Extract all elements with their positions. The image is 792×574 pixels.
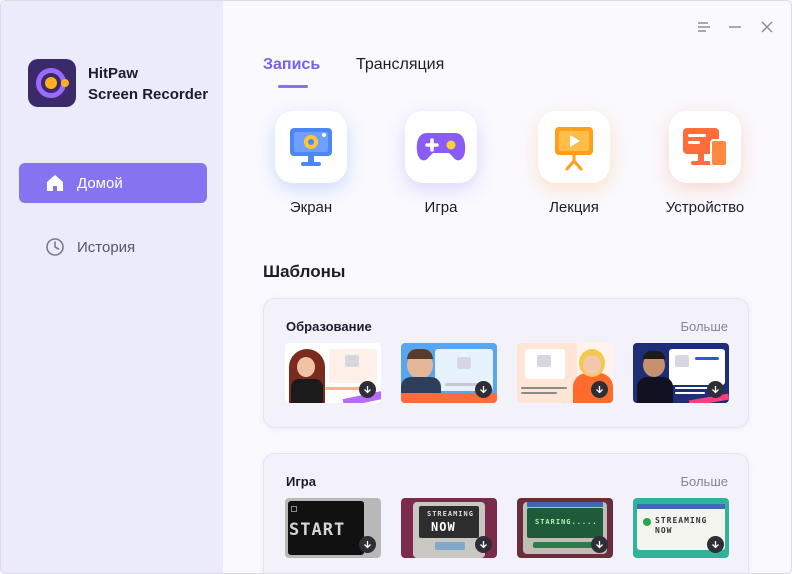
mode-label: Лекция bbox=[549, 199, 599, 216]
download-icon[interactable] bbox=[359, 381, 376, 398]
download-icon[interactable] bbox=[475, 536, 492, 553]
template-thumbnail[interactable] bbox=[633, 343, 729, 403]
template-thumbnail[interactable] bbox=[285, 343, 381, 403]
template-category-label: Игра bbox=[286, 474, 316, 489]
thumbnail-text: STREAMING bbox=[427, 510, 474, 518]
template-thumbnail[interactable] bbox=[517, 343, 613, 403]
download-icon[interactable] bbox=[707, 381, 724, 398]
thumbnail-text: STREAMING bbox=[655, 516, 708, 525]
screen-icon bbox=[275, 111, 347, 183]
template-thumbnails: START STREAMING NOW STARING..... STREAMI… bbox=[285, 498, 730, 558]
sidebar-item-label: История bbox=[77, 238, 136, 256]
app-name-line2: Screen Recorder bbox=[88, 86, 209, 103]
clock-icon bbox=[44, 236, 66, 258]
menu-icon[interactable] bbox=[694, 17, 714, 37]
mode-label: Экран bbox=[289, 199, 333, 216]
tab-underline bbox=[278, 85, 308, 88]
app-name-line1: HitPaw bbox=[88, 65, 139, 82]
download-icon[interactable] bbox=[707, 536, 724, 553]
template-section-education: Образование Больше bbox=[263, 298, 749, 428]
gamepad-icon bbox=[405, 111, 477, 183]
home-icon bbox=[44, 172, 66, 194]
template-thumbnail[interactable]: STREAMING NOW bbox=[633, 498, 729, 558]
close-icon[interactable] bbox=[757, 17, 777, 37]
template-thumbnail[interactable]: STREAMING NOW bbox=[401, 498, 497, 558]
thumbnail-text: START bbox=[289, 520, 346, 540]
sidebar-item-label: Домой bbox=[77, 174, 123, 192]
templates-title: Шаблоны bbox=[263, 262, 346, 281]
download-icon[interactable] bbox=[359, 536, 376, 553]
template-thumbnail[interactable] bbox=[401, 343, 497, 403]
mode-game-button[interactable]: Игра bbox=[396, 111, 486, 216]
sidebar: HitPaw Screen Recorder Домой История bbox=[1, 1, 223, 573]
more-link[interactable]: Больше bbox=[681, 474, 729, 489]
app-window: HitPaw Screen Recorder Домой История Зап… bbox=[0, 0, 792, 574]
app-logo-icon bbox=[28, 59, 76, 107]
template-thumbnail[interactable]: START bbox=[285, 498, 381, 558]
template-thumbnail[interactable]: STARING..... bbox=[517, 498, 613, 558]
tab-stream[interactable]: Трансляция bbox=[356, 56, 444, 74]
sidebar-item-history[interactable]: История bbox=[19, 227, 207, 267]
minimize-icon[interactable] bbox=[725, 17, 745, 37]
thumbnail-text: NOW bbox=[431, 520, 456, 534]
template-thumbnails bbox=[285, 343, 730, 403]
template-section-game: Игра Больше START STREAMING NOW STARING.… bbox=[263, 453, 749, 573]
more-link[interactable]: Больше bbox=[681, 319, 729, 334]
device-icon bbox=[669, 111, 741, 183]
thumbnail-text: NOW bbox=[655, 526, 673, 535]
download-icon[interactable] bbox=[591, 381, 608, 398]
mode-lecture-button[interactable]: Лекция bbox=[529, 111, 619, 216]
download-icon[interactable] bbox=[591, 536, 608, 553]
mode-device-button[interactable]: Устройство bbox=[660, 111, 750, 216]
sidebar-item-home[interactable]: Домой bbox=[19, 163, 207, 203]
download-icon[interactable] bbox=[475, 381, 492, 398]
app-name: HitPaw Screen Recorder bbox=[88, 63, 208, 105]
mode-screen-button[interactable]: Экран bbox=[266, 111, 356, 216]
tab-record[interactable]: Запись bbox=[263, 56, 320, 74]
template-category-label: Образование bbox=[286, 319, 372, 334]
lecture-icon bbox=[538, 111, 610, 183]
mode-label: Игра bbox=[424, 199, 458, 216]
thumbnail-text: STARING..... bbox=[535, 518, 598, 526]
mode-label: Устройство bbox=[665, 199, 745, 216]
